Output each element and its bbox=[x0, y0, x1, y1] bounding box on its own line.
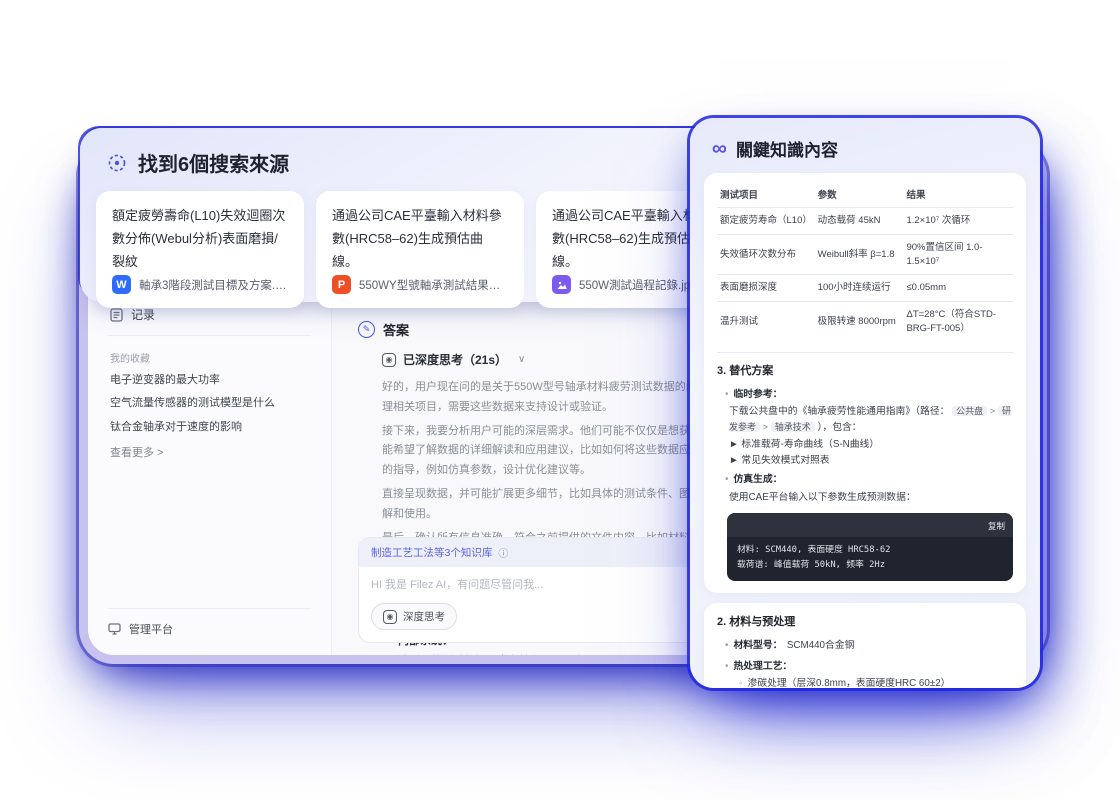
history-item[interactable]: 空气流量传感器的测试模型是什么 bbox=[108, 392, 311, 415]
history-item[interactable]: 电子逆变器的最大功率 bbox=[108, 369, 311, 392]
alt-bullet-text: 使用CAE平台输入以下参数生成预测数据： bbox=[729, 490, 1013, 506]
table-header: 测试项目 bbox=[717, 183, 815, 208]
table-row: 表面磨损深度100小时连续运行≤0.05mm bbox=[717, 275, 1013, 302]
answer-pencil-icon: ✎ bbox=[358, 321, 375, 338]
thought-label: 已深度思考（21s） bbox=[403, 351, 507, 368]
infinity-icon: ∞ bbox=[712, 138, 727, 159]
source-filename: 550W測試過程記錄.jpg bbox=[579, 277, 697, 293]
alt-arrow-item: ► 标准载荷-寿命曲线（S-N曲线） bbox=[729, 437, 1013, 453]
path-chip[interactable]: 轴承技术 bbox=[771, 422, 815, 432]
table-header: 结果 bbox=[903, 183, 1013, 208]
deep-think-label: 深度思考 bbox=[403, 609, 445, 624]
search-sources-panel: 找到6個搜索來源 額定疲勞壽命(L10)失效迴圈次數分佈(Webul分析)表面磨… bbox=[80, 128, 780, 302]
alt-bullet-label: 仿真生成： bbox=[725, 474, 782, 485]
copy-button[interactable]: 复制 bbox=[988, 521, 1005, 531]
alt-bullet-label: 临时参考： bbox=[725, 389, 782, 400]
records-label: 记录 bbox=[131, 306, 155, 323]
alt-arrow-item: ► 常见失效模式对照表 bbox=[729, 453, 1013, 469]
material-item-label: 热处理工艺： bbox=[725, 661, 792, 672]
answer-title: 答案 bbox=[383, 320, 409, 339]
knowledge-panel-title: 關鍵知識內容 bbox=[736, 136, 838, 161]
knowledge-panel: ∞ 關鍵知識內容 测试项目 参数 结果 额定疲劳寿命（L10）动态载荷 45kN… bbox=[690, 118, 1040, 688]
sources-panel-title: 找到6個搜索來源 bbox=[138, 148, 289, 177]
table-row: 失效循环次数分布Weibull斜率 β=1.890%置信区间 1.0-1.5×1… bbox=[717, 234, 1013, 275]
knowledge-card-material: 2. 材料与预处理 材料型号： SCM440合金钢 热处理工艺： 渗碳处理（层深… bbox=[704, 603, 1026, 688]
document-icon bbox=[110, 308, 123, 322]
source-text: 通過公司CAE平臺輸入材料參數(HRC58–62)生成預估曲線。 bbox=[332, 205, 508, 267]
code-line: 材料: SCM440, 表面硬度 HRC58-62 bbox=[737, 543, 1003, 558]
path-chip[interactable]: 公共盘 bbox=[952, 406, 987, 416]
source-card[interactable]: 通過公司CAE平臺輸入材料參數(HRC58–62)生成預估曲線。 P 550WY… bbox=[316, 191, 524, 308]
deepseek-icon: ◉ bbox=[383, 610, 397, 624]
cae-code-block: 复制 材料: SCM440, 表面硬度 HRC58-62 载荷谱: 峰值载荷 5… bbox=[727, 513, 1013, 581]
source-filename: 軸承3階段測試目標及方案.docx bbox=[139, 277, 288, 293]
material-section-title: 2. 材料与预处理 bbox=[717, 613, 1013, 629]
source-filename: 550WY型號軸承測試結果匯報.pptx bbox=[359, 277, 508, 293]
test-results-table: 测试项目 参数 结果 额定疲劳寿命（L10）动态载荷 45kN1.2×10⁷ 次… bbox=[717, 183, 1013, 342]
source-text: 額定疲勞壽命(L10)失效迴圈次數分佈(Webul分析)表面磨損/裂紋 bbox=[112, 205, 288, 267]
target-icon bbox=[106, 152, 128, 174]
table-row: 温升测试极限转速 8000rpmΔT=28°C（符合STD-BRG-FT-005… bbox=[717, 302, 1013, 342]
image-file-icon bbox=[552, 275, 571, 294]
screenshot-stage: 记录 我的收藏 电子逆变器的最大功率 空气流量传感器的测试模型是什么 钛合金轴承… bbox=[0, 0, 1120, 800]
path-separator: > bbox=[763, 422, 768, 432]
table-row: 额定疲劳寿命（L10）动态载荷 45kN1.2×10⁷ 次循环 bbox=[717, 208, 1013, 235]
alt-section-title: 3. 替代方案 bbox=[717, 352, 1013, 378]
info-icon[interactable]: ⓘ bbox=[498, 545, 508, 560]
admin-platform-label: 管理平台 bbox=[129, 621, 173, 637]
alt-bullet-text: 下载公共盘中的《轴承疲劳性能通用指南》（路径： 公共盘 > 研发参考 > 轴承技… bbox=[729, 404, 1013, 436]
history-item[interactable]: 钛合金轴承对于速度的影响 bbox=[108, 416, 311, 439]
table-header: 参数 bbox=[815, 183, 904, 208]
material-item-label: 材料型号： bbox=[725, 640, 782, 651]
monitor-icon bbox=[108, 623, 121, 635]
admin-platform-button[interactable]: 管理平台 bbox=[108, 608, 311, 637]
material-item-text: SCM440合金钢 bbox=[787, 640, 855, 651]
code-line: 载荷谱: 峰值载荷 50kN, 频率 2Hz bbox=[737, 558, 1003, 573]
favorites-label: 我的收藏 bbox=[110, 350, 309, 365]
see-more-link[interactable]: 查看更多 > bbox=[108, 439, 311, 465]
deep-think-button[interactable]: ◉ 深度思考 bbox=[371, 603, 457, 630]
path-separator: > bbox=[990, 406, 995, 416]
deepseek-icon: ◉ bbox=[382, 353, 396, 367]
chevron-down-icon[interactable]: ∨ bbox=[518, 354, 525, 365]
ppt-file-icon: P bbox=[332, 275, 351, 294]
knowledge-base-link[interactable]: 制造工艺工法等3个知识库 bbox=[371, 545, 492, 560]
source-card[interactable]: 額定疲勞壽命(L10)失效迴圈次數分佈(Webul分析)表面磨損/裂紋 W 軸承… bbox=[96, 191, 304, 308]
knowledge-card-tests: 测试项目 参数 结果 额定疲劳寿命（L10）动态载荷 45kN1.2×10⁷ 次… bbox=[704, 173, 1026, 593]
heat-treatment-step: 渗碳处理（层深0.8mm，表面硬度HRC 60±2） bbox=[739, 676, 1013, 688]
word-file-icon: W bbox=[112, 275, 131, 294]
